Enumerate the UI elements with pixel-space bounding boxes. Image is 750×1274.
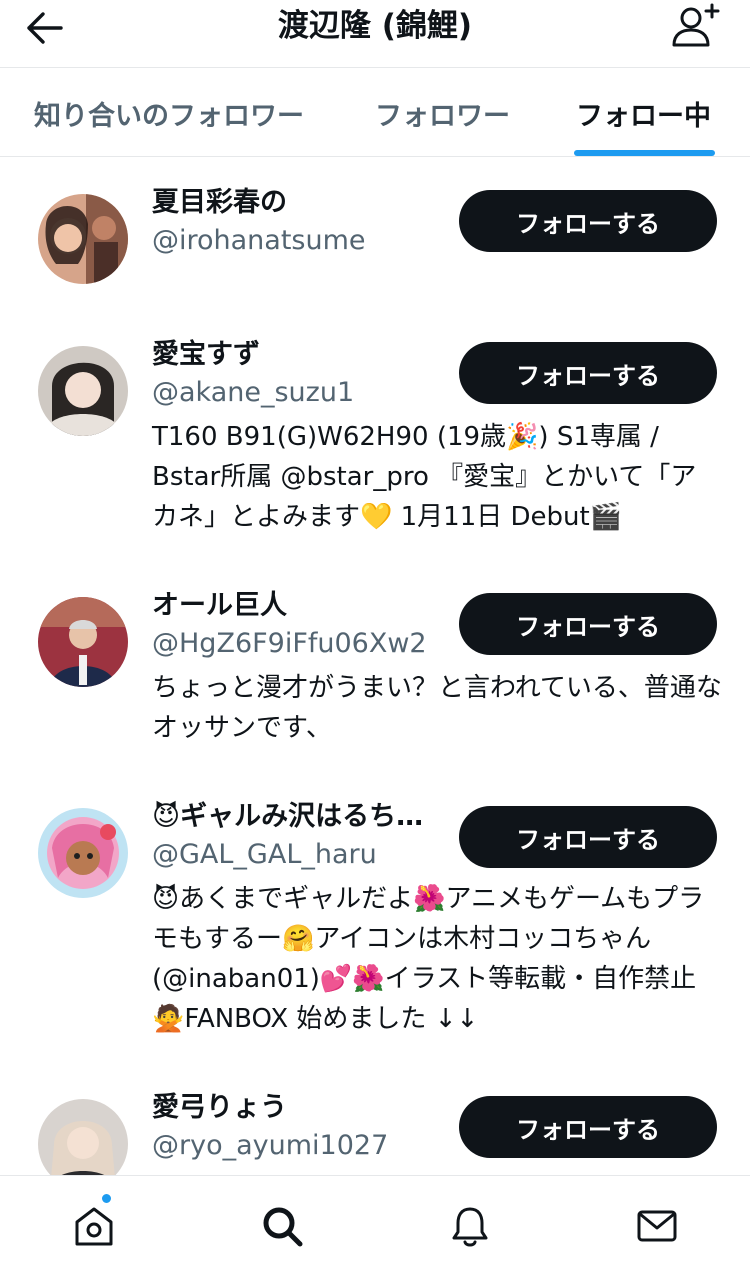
list-item[interactable]: 😈ギャルみ沢はるち… @GAL_GAL_haru 😈あくまでギャルだよ🌺アニメも… (0, 796, 750, 1066)
following-list: 夏目彩春の @irohanatsume フォローする 愛宝すず @akane_s… (0, 158, 750, 1175)
tab-bar: 知り合いのフォロワー フォロワー フォロー中 (0, 69, 750, 157)
add-user-button[interactable] (668, 2, 724, 50)
nav-messages[interactable] (627, 1196, 687, 1256)
user-handle: @ryo_ayumi1027 (152, 1130, 389, 1161)
search-icon (263, 1207, 303, 1247)
user-handle: @irohanatsume (152, 225, 366, 256)
user-bio: ちょっと漫才がうまい？と言われている、普通なオッサンです、 (152, 673, 722, 743)
tab-label: フォロワー (375, 100, 510, 132)
add-user-icon (672, 3, 720, 47)
follow-button[interactable]: フォローする (459, 342, 717, 404)
user-bio: 😈あくまでギャルだよ🌺アニメもゲームもプラモもするー🤗アイコンは木村コッコちゃん… (152, 884, 705, 1034)
user-handle: @GAL_GAL_haru (152, 839, 377, 870)
user-bio: T160 B91(G)W62H90 (19歳🎉) S1専属 / Bstar所属 … (152, 422, 697, 532)
user-name: オール巨人 (152, 590, 287, 621)
nav-notifications[interactable] (440, 1196, 500, 1256)
user-name: 夏目彩春の (152, 187, 287, 218)
page-title: 渡辺隆 (錦鯉) (277, 8, 473, 44)
user-name: 愛弓りょう (152, 1092, 287, 1123)
follow-button[interactable]: フォローする (459, 1096, 717, 1158)
user-handle: @HgZ6F9iFfu06Xw2 (152, 628, 427, 659)
follow-button[interactable]: フォローする (459, 593, 717, 655)
list-item[interactable]: 夏目彩春の @irohanatsume フォローする (0, 182, 750, 312)
mail-icon (637, 1210, 677, 1242)
user-name: 愛宝すず (152, 339, 260, 370)
follow-button[interactable]: フォローする (459, 190, 717, 252)
nav-search[interactable] (252, 1196, 312, 1256)
avatar[interactable] (38, 346, 128, 436)
user-handle: @akane_suzu1 (152, 377, 355, 408)
tab-mutual-followers[interactable]: 知り合いのフォロワー (34, 69, 304, 157)
notification-dot (100, 1192, 113, 1205)
tab-label: 知り合いのフォロワー (34, 100, 304, 132)
top-header: 渡辺隆 (錦鯉) (0, 0, 750, 68)
follow-button[interactable]: フォローする (459, 806, 717, 868)
avatar[interactable] (38, 194, 128, 284)
tab-label: フォロー中 (576, 100, 711, 132)
list-item[interactable]: オール巨人 @HgZ6F9iFfu06Xw2 ちょっと漫才がうまい？と言われてい… (0, 585, 750, 755)
home-icon (75, 1207, 113, 1246)
tab-following[interactable]: フォロー中 (576, 69, 711, 157)
active-tab-indicator (574, 150, 715, 156)
bell-icon (452, 1207, 488, 1247)
list-item[interactable]: 愛宝すず @akane_suzu1 T160 B91(G)W62H90 (19歳… (0, 334, 750, 574)
user-name: 😈ギャルみ沢はるち… (152, 801, 424, 832)
avatar[interactable] (38, 808, 128, 898)
nav-home[interactable] (64, 1192, 124, 1256)
avatar[interactable] (38, 597, 128, 687)
tab-followers[interactable]: フォロワー (375, 69, 510, 157)
avatar[interactable] (38, 1099, 128, 1175)
list-item[interactable]: 愛弓りょう @ryo_ayumi1027 フォローする (0, 1087, 750, 1175)
bottom-nav (0, 1175, 750, 1274)
